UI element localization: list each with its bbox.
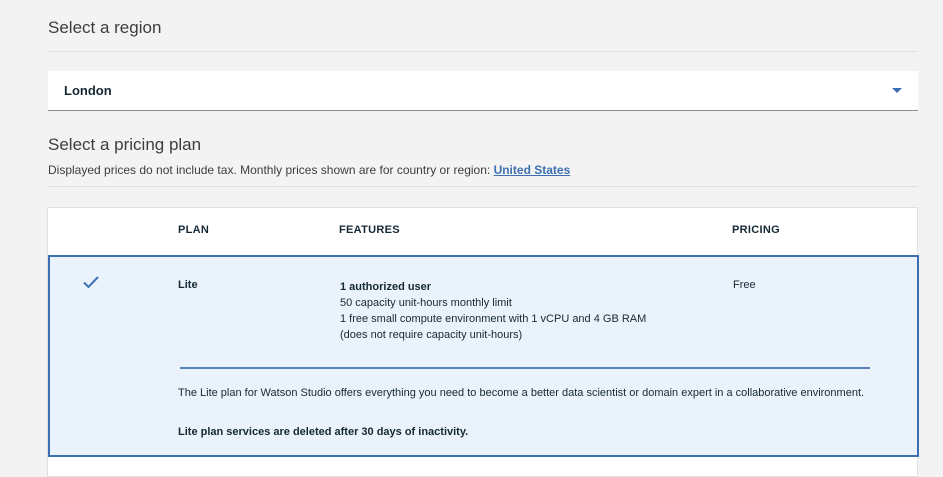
plan-row-divider xyxy=(180,367,870,369)
pricing-column-header: PRICING xyxy=(732,224,780,236)
plan-description: The Lite plan for Watson Studio offers e… xyxy=(178,387,865,399)
top-divider xyxy=(48,51,918,52)
feature-item: 50 capacity unit-hours monthly limit xyxy=(340,297,512,309)
plan-table: PLAN FEATURES PRICING Lite 1 authorized … xyxy=(47,207,919,477)
features-column-header: FEATURES xyxy=(339,224,400,236)
plan-name: Lite xyxy=(178,279,198,291)
pricing-plan-heading: Select a pricing plan xyxy=(48,135,202,154)
region-heading: Select a region xyxy=(48,18,162,37)
price-disclaimer: Displayed prices do not include tax. Mon… xyxy=(48,163,570,177)
region-select-value: London xyxy=(64,83,112,98)
plan-column-header: PLAN xyxy=(178,224,210,236)
plan-price: Free xyxy=(733,279,756,291)
country-link[interactable]: United States xyxy=(494,163,571,177)
plan-features: 1 authorized user 50 capacity unit-hours… xyxy=(340,279,646,343)
feature-item: 1 authorized user xyxy=(340,281,432,293)
checkmark-icon xyxy=(83,276,99,289)
region-select[interactable]: London xyxy=(48,71,918,111)
plan-notice: Lite plan services are deleted after 30 … xyxy=(178,426,469,438)
mid-divider xyxy=(48,186,918,187)
feature-item: (does not require capacity unit-hours) xyxy=(340,329,523,341)
feature-item: 1 free small compute environment with 1 … xyxy=(340,313,647,325)
disclaimer-text: Displayed prices do not include tax. Mon… xyxy=(48,163,494,177)
chevron-down-icon[interactable] xyxy=(892,88,902,93)
plan-row-lite[interactable]: Lite 1 authorized user 50 capacity unit-… xyxy=(48,255,919,457)
